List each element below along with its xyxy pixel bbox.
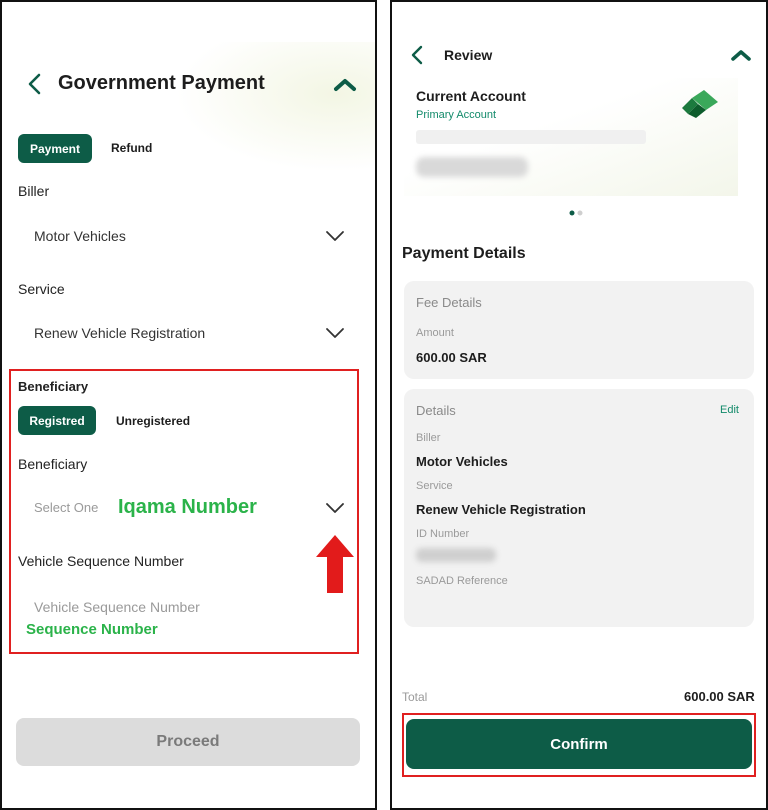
- account-type: Primary Account: [416, 109, 497, 121]
- header-glow: [175, 42, 375, 172]
- beneficiary-select[interactable]: Select One: [34, 500, 98, 515]
- total-value: 600.00 SAR: [684, 689, 755, 704]
- bank-logo-icon: [682, 90, 718, 118]
- service-label: Service: [18, 281, 65, 297]
- back-chevron-icon[interactable]: [24, 72, 46, 96]
- back-chevron-icon[interactable]: [408, 44, 426, 66]
- vehicle-sequence-label: Vehicle Sequence Number: [18, 553, 184, 569]
- amount-value: 600.00 SAR: [416, 350, 487, 365]
- chevron-down-icon[interactable]: [325, 327, 345, 339]
- tab-payment[interactable]: Payment: [18, 134, 92, 163]
- vehicle-sequence-input[interactable]: Vehicle Sequence Number: [34, 599, 200, 615]
- account-number-blurred: [416, 130, 646, 144]
- account-balance-blurred: [416, 157, 528, 177]
- review-screen: Review Current Account Primary Account P…: [390, 0, 768, 810]
- id-number-label: ID Number: [416, 528, 470, 540]
- page-title: Government Payment: [58, 72, 265, 94]
- payment-details-title: Payment Details: [402, 245, 526, 262]
- total-label: Total: [402, 690, 428, 704]
- collapse-chevron-icon[interactable]: [333, 76, 357, 92]
- proceed-button[interactable]: Proceed: [16, 718, 360, 766]
- confirm-button[interactable]: Confirm: [406, 719, 752, 769]
- biller-label: Biller: [18, 183, 50, 199]
- tab-refund[interactable]: Refund: [111, 141, 152, 155]
- biller-value: Motor Vehicles: [416, 454, 508, 469]
- service-label: Service: [416, 480, 453, 492]
- fee-details-heading: Fee Details: [416, 295, 482, 310]
- beneficiary-section-label: Beneficiary: [18, 379, 89, 394]
- government-payment-screen: Government Payment Payment Refund Biller…: [0, 0, 377, 810]
- service-value: Renew Vehicle Registration: [416, 502, 586, 517]
- edit-link[interactable]: Edit: [720, 404, 739, 416]
- details-heading: Details: [416, 403, 456, 418]
- beneficiary-field-label: Beneficiary: [18, 456, 88, 472]
- sequence-annotation: Sequence Number: [26, 621, 158, 638]
- toggle-registered[interactable]: Registred: [18, 406, 96, 435]
- chevron-down-icon[interactable]: [325, 230, 345, 242]
- pager-dots: [569, 210, 583, 216]
- sadad-reference-label: SADAD Reference: [416, 575, 508, 587]
- id-number-blurred: [416, 548, 496, 562]
- amount-label: Amount: [416, 327, 454, 339]
- iqama-annotation: Iqama Number: [118, 496, 257, 518]
- page-title: Review: [444, 47, 493, 63]
- biller-select[interactable]: Motor Vehicles: [34, 228, 126, 244]
- account-name: Current Account: [416, 88, 526, 104]
- biller-label: Biller: [416, 432, 441, 444]
- chevron-down-icon[interactable]: [325, 502, 345, 514]
- service-select[interactable]: Renew Vehicle Registration: [34, 325, 205, 341]
- red-up-arrow: [316, 535, 354, 593]
- toggle-unregistered[interactable]: Unregistered: [116, 414, 190, 428]
- collapse-chevron-icon[interactable]: [730, 48, 752, 62]
